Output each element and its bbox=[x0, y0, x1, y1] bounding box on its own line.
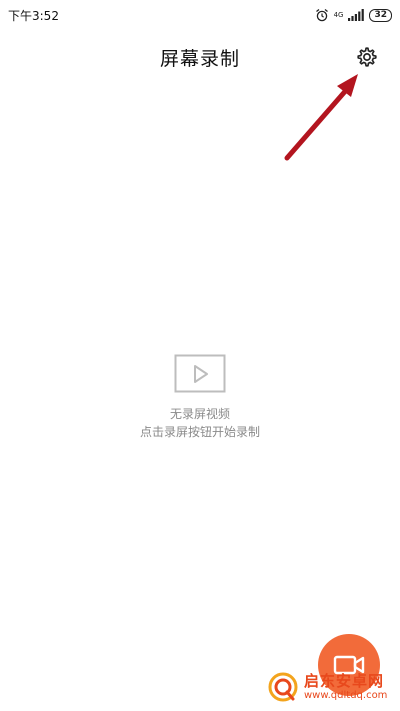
signal-icon bbox=[348, 9, 365, 21]
empty-state: 无录屏视频 点击录屏按钮开始录制 bbox=[0, 354, 400, 441]
battery-icon: 32 bbox=[369, 8, 392, 22]
status-time: 下午3:52 bbox=[8, 9, 59, 23]
alarm-icon bbox=[315, 8, 328, 22]
annotation-arrow bbox=[284, 74, 358, 161]
gear-icon bbox=[357, 47, 377, 67]
empty-title: 无录屏视频 bbox=[169, 407, 230, 421]
page-title: 屏幕录制 bbox=[159, 48, 240, 70]
watermark-name: 启东安卓网 bbox=[304, 672, 385, 690]
watermark-url: www.qdltdq.com bbox=[304, 690, 388, 701]
status-bar: 下午3:52 4G 32 bbox=[0, 0, 400, 30]
header: 屏幕录制 bbox=[0, 36, 400, 78]
battery-level: 32 bbox=[374, 9, 387, 20]
video-play-icon bbox=[174, 354, 226, 393]
settings-button[interactable] bbox=[354, 44, 380, 70]
watermark: 启东安卓网 www.qdltdq.com bbox=[268, 666, 398, 708]
empty-hint: 点击录屏按钮开始录制 bbox=[139, 425, 260, 439]
watermark-logo-icon bbox=[268, 672, 298, 702]
status-icons: 4G 32 bbox=[315, 6, 392, 24]
network-label: 4G bbox=[333, 10, 344, 19]
watermark-text: 启东安卓网 www.qdltdq.com bbox=[304, 672, 387, 702]
